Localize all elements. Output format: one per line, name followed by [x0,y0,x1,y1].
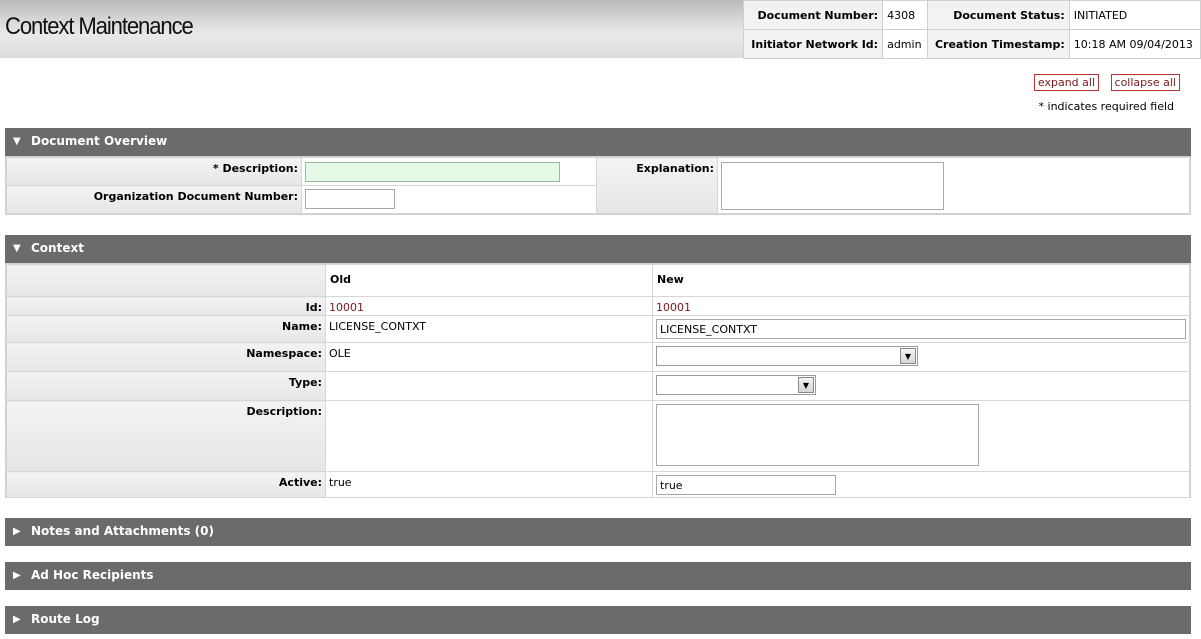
id-new-value: 10001 [652,296,1190,316]
org-doc-number-label: Organization Document Number: [6,185,302,214]
initiator-label: Initiator Network Id: [742,29,884,59]
active-old-value: true [325,471,653,498]
name-old-value: LICENSE_CONTXT [325,315,653,343]
old-column-header: Old [325,264,653,297]
org-doc-number-input[interactable] [305,189,395,209]
namespace-select[interactable]: ▼ [656,346,918,366]
table-row: Type: ▼ [6,371,1190,401]
triangle-down-icon: ▼ [13,243,21,254]
document-info-table: Document Number: 4308 Document Status: I… [742,0,1201,59]
creation-timestamp-value: 10:18 AM 09/04/2013 [1068,29,1201,59]
tab-route-log-label: Route Log [31,612,100,626]
id-old-value: 10001 [325,296,653,316]
namespace-label: Namespace: [6,342,326,372]
description-textarea[interactable] [656,404,979,466]
tab-context-label: Context [31,241,84,255]
tab-document-overview[interactable]: ▼ Document Overview [5,128,1191,156]
name-label: Name: [6,315,326,343]
table-row: Id: 10001 10001 [6,296,1190,316]
id-label: Id: [6,296,326,316]
page-header: Context Maintenance Document Number: 430… [0,0,1201,59]
type-old-value [325,371,653,401]
chevron-down-icon[interactable]: ▼ [900,348,916,364]
description-field-label: Description: [6,400,326,472]
description-old-value [325,400,653,472]
triangle-right-icon: ▶ [13,526,21,537]
triangle-right-icon: ▶ [13,614,21,625]
document-number-value: 4308 [882,0,928,30]
explanation-label: Explanation: [596,157,718,214]
initiator-value: admin [882,29,928,59]
tab-route-log[interactable]: ▶ Route Log [5,606,1191,634]
active-input[interactable] [656,475,836,495]
tab-notes-attachments-label: Notes and Attachments (0) [31,524,214,538]
type-select[interactable]: ▼ [656,375,816,395]
document-number-label: Document Number: [742,0,884,30]
table-row: Name: LICENSE_CONTXT [6,315,1190,343]
expand-collapse-actions: expand all collapse all [1026,74,1180,91]
active-label: Active: [6,471,326,498]
document-status-label: Document Status: [926,0,1070,30]
table-row: Active: true [6,471,1190,498]
type-label: Type: [6,371,326,401]
triangle-right-icon: ▶ [13,570,21,581]
description-input[interactable] [305,162,560,182]
tab-document-overview-label: Document Overview [31,134,168,148]
explanation-textarea[interactable] [721,162,944,210]
name-input[interactable] [656,319,1186,339]
tab-context[interactable]: ▼ Context [5,235,1191,263]
document-overview-panel: * Description: Explanation: Organization… [5,156,1191,215]
tab-ad-hoc-recipients[interactable]: ▶ Ad Hoc Recipients [5,562,1191,590]
new-column-header: New [652,264,1190,297]
collapse-all-button[interactable]: collapse all [1110,74,1180,91]
expand-all-button[interactable]: expand all [1033,74,1100,91]
page-title: Context Maintenance [5,13,194,40]
chevron-down-icon[interactable]: ▼ [798,377,814,393]
description-label: * Description: [6,157,302,186]
table-row: Description: [6,400,1190,472]
namespace-old-value: OLE [325,342,653,372]
creation-timestamp-label: Creation Timestamp: [926,29,1070,59]
tab-notes-attachments[interactable]: ▶ Notes and Attachments (0) [5,518,1191,546]
required-field-note: * indicates required field [1038,100,1174,113]
context-panel: Old New Id: 10001 10001 Name: LICENSE_CO… [5,263,1191,498]
document-status-value: INITIATED [1068,0,1201,30]
tab-ad-hoc-recipients-label: Ad Hoc Recipients [31,568,154,582]
table-row: Namespace: OLE ▼ [6,342,1190,372]
triangle-down-icon: ▼ [13,136,21,147]
